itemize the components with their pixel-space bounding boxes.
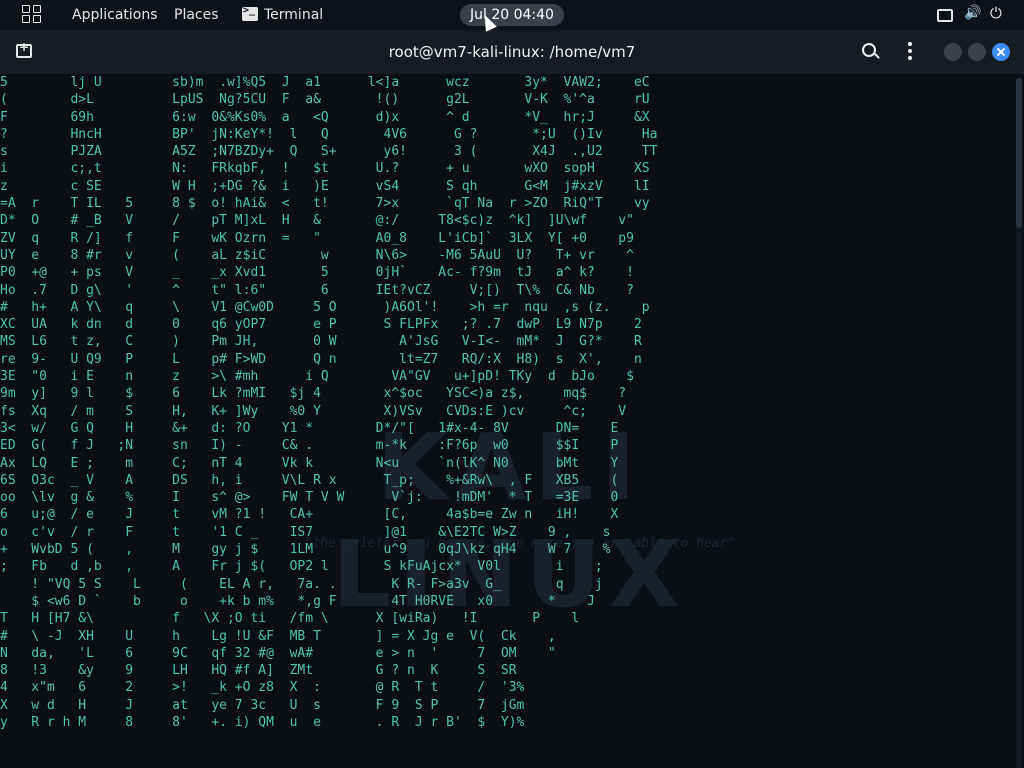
minimize-icon[interactable] bbox=[944, 43, 962, 61]
matrix-row: re 9- U Q9 P L p# F>WD Q n lt=Z7 RQ/:X H… bbox=[0, 351, 642, 367]
matrix-row: o c'v / r F t '1 C _ IS7 ]@1 &\E2TC W>Z … bbox=[0, 524, 611, 540]
matrix-row: D* O # _B V / pT M]xL H & @:/ T8<$c)z ^k… bbox=[0, 213, 634, 229]
close-icon[interactable] bbox=[992, 43, 1010, 61]
matrix-row: # \ -J XH U h Lg !U &F MB T ] = X Jg e V… bbox=[0, 628, 556, 644]
volume-icon[interactable]: 🔊 bbox=[964, 5, 982, 23]
matrix-row: XC UA k dn d 0 q6 yOP7 e P S FLPFx ;? .7… bbox=[0, 317, 642, 333]
matrix-row: z c SE W H ;+DG ?& i )E vS4 S qh G<M j#x… bbox=[0, 178, 650, 194]
matrix-row: $ <w6 D ` b o +k b m% *,g F 4T H0RVE x0 … bbox=[0, 593, 595, 609]
terminal-icon bbox=[242, 5, 258, 21]
terminal-window: root@vm7-kali-linux: /home/vm7 KALI LINU… bbox=[0, 30, 1024, 768]
maximize-icon[interactable] bbox=[968, 43, 986, 61]
matrix-row: ( d>L LpUS Ng?5CU F a& !() g2L V-K %'^a … bbox=[0, 92, 650, 108]
matrix-row: ; Fb d ,b , A Fr j $( OP2 l S kFuAjcx* V… bbox=[0, 559, 603, 575]
matrix-row: Ax LQ E ; m C; nT 4 Vk k N<u `n(lK^ N0 b… bbox=[0, 455, 619, 471]
kebab-menu-icon[interactable] bbox=[908, 42, 912, 62]
applications-menu[interactable]: Applications bbox=[72, 7, 158, 23]
clock[interactable]: Jul 20 04:40 bbox=[460, 4, 564, 26]
matrix-row: ZV q R /] f F wK Ozrn = " A0_8 L'iCb]` 3… bbox=[0, 230, 634, 246]
matrix-row: UY e 8 #r v ( aL z$iC w N\6> -M6 5AuU U?… bbox=[0, 247, 634, 263]
matrix-row: ED G( f J ;N sn I) - C& . m-*k :F?6p w0 … bbox=[0, 438, 619, 454]
terminal-output[interactable]: KALI LINUX "the quieter you become, the … bbox=[0, 74, 1024, 768]
app-grid-icon[interactable] bbox=[22, 5, 44, 25]
title-bar[interactable]: root@vm7-kali-linux: /home/vm7 bbox=[0, 30, 1024, 74]
power-icon[interactable]: ⏻ bbox=[990, 4, 1008, 22]
matrix-row: T H [H7 &\ f \X ;O ti /fm \ X [wiRa) !I … bbox=[0, 611, 580, 627]
matrix-row: ? HncH BP' jN:KeY*! l Q 4V6 G ? *;U ()Iv… bbox=[0, 126, 658, 142]
matrix-row: 4 x"m 6 2 >! _k +O z8 X : @ R T t / '3% bbox=[0, 680, 525, 696]
matrix-rain-text: 5 lj U sb)m .w]%Q5 J a1 l<]a wcz 3y* VAW… bbox=[0, 74, 657, 731]
matrix-row: oo \lv g & % I s^ @> FW T V W V`j: !mDM'… bbox=[0, 490, 619, 506]
matrix-row: P0 +@ + ps V _ _x Xvd1 5 0jH` Ac- f?9m t… bbox=[0, 265, 634, 281]
matrix-row: fs Xq / m S H, K+ ]Wy %0 Y X)VSv CVDs:E … bbox=[0, 403, 627, 419]
matrix-row: 6 u;@ / e J t vM ?1 ! CA+ [C, 4a$b=e Zw … bbox=[0, 507, 619, 523]
terminal-app-menu[interactable]: Terminal bbox=[264, 7, 323, 23]
matrix-row: i c;,t N: FRkqbF, ! $t U.? + u wXO sopH … bbox=[0, 161, 650, 177]
matrix-row: y R r h M 8 8' +. i) QM u e . R J r B' $… bbox=[0, 714, 525, 730]
matrix-row: ! "VQ 5 S L ( EL A r, 7a. . K R- F>a3v G… bbox=[0, 576, 603, 592]
matrix-row: 9m y] 9 l $ 6 Lk ?mMI $j 4 x^$oc YSC<)a … bbox=[0, 386, 627, 402]
matrix-row: 5 lj U sb)m .w]%Q5 J a1 l<]a wcz 3y* VAW… bbox=[0, 75, 650, 90]
matrix-row: # h+ A Y\ q \ V1 @Cw0D 5 O )A6Ol'! >h =r… bbox=[0, 299, 650, 315]
search-icon[interactable] bbox=[862, 43, 876, 57]
matrix-row: Ho .7 D g\ ' ^ t" l:6" 6 IEt?vCZ V;[) T\… bbox=[0, 282, 634, 298]
scrollbar[interactable] bbox=[1016, 78, 1022, 768]
matrix-row: N da, 'L 6 9C qf 32 #@ wA# e > n ' 7 OM … bbox=[0, 645, 556, 661]
matrix-row: 3E "0 i E n z >\ #mh i Q VA"GV u+]pD! TK… bbox=[0, 369, 634, 385]
places-menu[interactable]: Places bbox=[174, 7, 219, 23]
top-bar: Applications Places Terminal Jul 20 04:4… bbox=[0, 0, 1024, 30]
screen-icon[interactable] bbox=[936, 6, 954, 24]
matrix-row: 3< w/ G Q H &+ d: ?O Y1 * D*/"[ 1#x-4- 8… bbox=[0, 420, 619, 436]
matrix-row: F 69h 6:w 0&%Ks0% a <Q d)x ^ d *V_ hr;J … bbox=[0, 109, 650, 125]
matrix-row: 8 !3 &y 9 LH HQ #f A] ZMt G ? n K S SR bbox=[0, 663, 517, 679]
matrix-row: 6S O3c _ V A DS h, i V\L R x T_p; %+&Rw\… bbox=[0, 472, 619, 488]
matrix-row: =A r T IL 5 8 $ o! hAi& < t! 7>x `qT Na … bbox=[0, 196, 650, 212]
matrix-row: + WvbD 5 ( , M gy j $ 1LM u^9 0qJ\kz qH4… bbox=[0, 542, 611, 558]
matrix-row: s PJZA A5Z ;N7BZDy+ Q S+ y6! 3 ( X4J .,U… bbox=[0, 144, 658, 160]
matrix-row: X w d H J at ye 7 3c U s F 9 S P 7 jGm bbox=[0, 697, 525, 713]
matrix-row: MS L6 t z, C ) Pm JH, 0 W A'JsG V-I<- mM… bbox=[0, 334, 642, 350]
